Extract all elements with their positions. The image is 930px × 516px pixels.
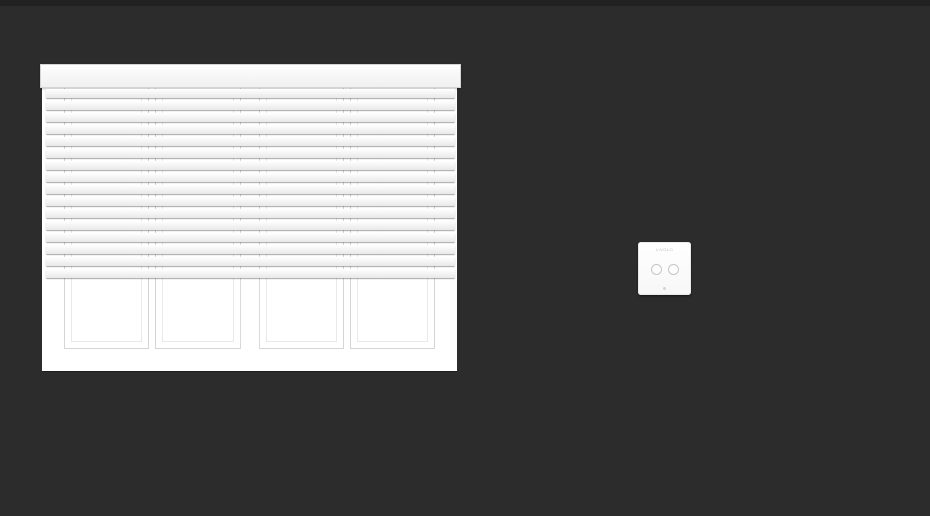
- switch-button-row: [651, 264, 679, 275]
- blinds-slat: [46, 113, 455, 122]
- blinds-slat: [46, 161, 455, 170]
- venetian-blinds[interactable]: [40, 64, 461, 282]
- blinds-slat: [46, 257, 455, 266]
- blinds-slat: [46, 125, 455, 134]
- blinds-slat: [46, 137, 455, 146]
- blinds-slat: [46, 221, 455, 230]
- blinds-slat: [46, 269, 455, 278]
- blinds-slat: [46, 101, 455, 110]
- blinds-slat: [46, 149, 455, 158]
- blinds-slat: [46, 89, 455, 98]
- wall-switch-plate: LIVOLO: [638, 242, 691, 295]
- blinds-slat: [46, 173, 455, 182]
- switch-indicator-led: [663, 287, 666, 290]
- blinds-headrail: [40, 64, 461, 88]
- blinds-slat: [46, 245, 455, 254]
- switch-brand-label: LIVOLO: [656, 247, 673, 252]
- window-with-blinds: [42, 66, 457, 371]
- switch-button-open[interactable]: [651, 264, 662, 275]
- blinds-slats: [46, 86, 455, 282]
- blinds-slat: [46, 233, 455, 242]
- top-bar: [0, 0, 930, 6]
- switch-button-close[interactable]: [668, 264, 679, 275]
- blinds-slat: [46, 209, 455, 218]
- blinds-slat: [46, 185, 455, 194]
- blinds-slat: [46, 197, 455, 206]
